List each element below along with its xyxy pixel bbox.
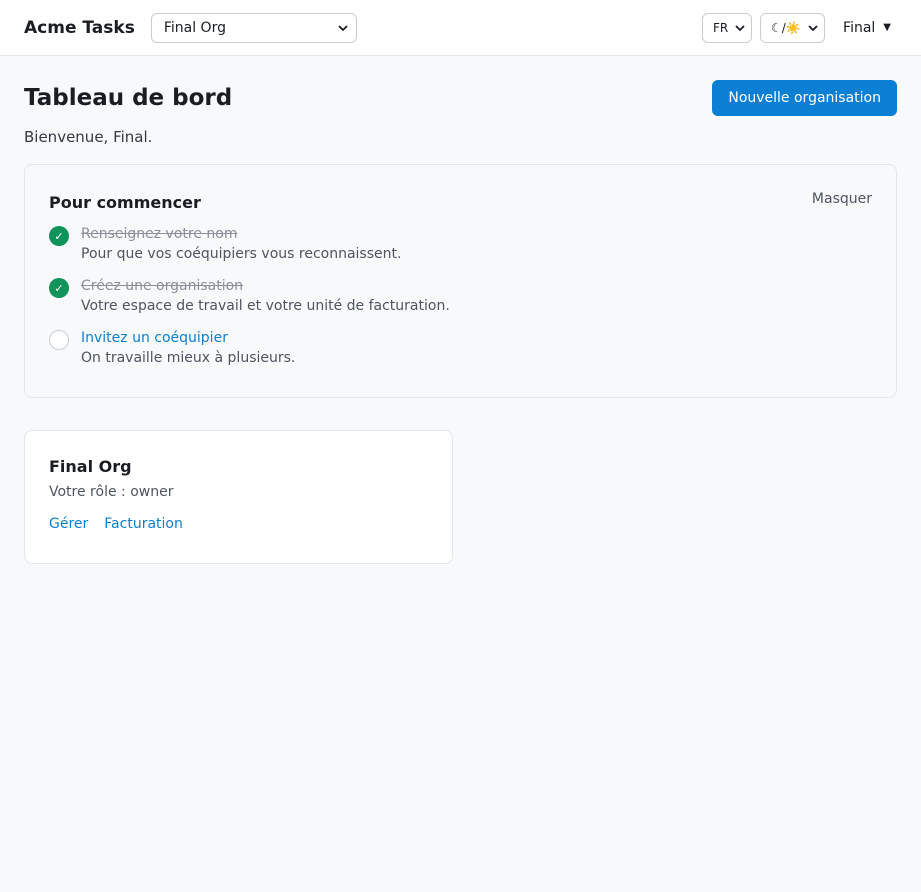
theme-select[interactable]: ☾/☀️	[760, 12, 826, 43]
brand-logo-text[interactable]: Acme Tasks	[24, 18, 135, 38]
chevron-down-icon	[338, 24, 348, 31]
checklist-title: Pour commencer	[49, 193, 201, 212]
chevron-down-icon	[808, 24, 818, 31]
chevron-down-icon	[735, 24, 745, 31]
welcome-message: Bienvenue, Final.	[24, 128, 153, 146]
step-title: Renseignez votre nom	[81, 226, 238, 242]
step-text: Invitez un coéquipier On travaille mieux…	[81, 328, 295, 368]
check-circle-icon: ✓	[49, 226, 69, 246]
theme-select-value: ☾/☀️	[771, 20, 801, 35]
checklist-step-name: ✓ Renseignez votre nom Pour que vos coéq…	[49, 224, 872, 264]
checklist-header: Pour commencer Masquer	[49, 191, 872, 212]
language-select[interactable]: FR	[702, 12, 753, 43]
check-circle-icon: ✓	[49, 278, 69, 298]
step-text: Créez une organisation Votre espace de t…	[81, 276, 450, 316]
caret-down-icon: ▼	[883, 22, 891, 33]
step-description: Pour que vos coéquipiers vous reconnaiss…	[81, 246, 402, 262]
organization-links: Gérer Facturation	[49, 516, 428, 532]
checklist-step-organization: ✓ Créez une organisation Votre espace de…	[49, 276, 872, 316]
billing-link[interactable]: Facturation	[104, 516, 183, 532]
getting-started-checklist: Pour commencer Masquer ✓ Renseignez votr…	[24, 164, 897, 398]
invite-teammate-link[interactable]: Invitez un coéquipier	[81, 328, 295, 348]
step-text: Renseignez votre nom Pour que vos coéqui…	[81, 224, 401, 264]
manage-organization-link[interactable]: Gérer	[49, 516, 88, 532]
organization-name: Final Org	[49, 457, 132, 476]
organization-role: Votre rôle : owner	[49, 484, 174, 500]
step-description: Votre espace de travail et votre unité d…	[81, 298, 450, 314]
user-name: Final	[843, 19, 876, 36]
user-menu-button[interactable]: Final ▼	[837, 13, 897, 43]
language-select-value: FR	[713, 20, 729, 35]
empty-circle-icon	[49, 330, 69, 350]
main-content: Tableau de bord Nouvelle organisation Bi…	[0, 56, 921, 588]
organization-select[interactable]: Final Org	[150, 12, 357, 43]
organization-card: Final Org Votre rôle : owner Gérer Factu…	[24, 430, 453, 564]
checklist-step-invite: Invitez un coéquipier On travaille mieux…	[49, 328, 872, 368]
page-title: Tableau de bord	[24, 85, 233, 111]
top-navbar: Acme Tasks Final Org FR ☾/☀️ Final ▼	[0, 0, 921, 56]
organization-select-value: Final Org	[163, 19, 226, 36]
step-description: On travaille mieux à plusieurs.	[81, 350, 296, 366]
new-organization-button[interactable]: Nouvelle organisation	[712, 80, 897, 116]
title-row: Tableau de bord Nouvelle organisation	[24, 80, 897, 116]
step-title: Créez une organisation	[81, 278, 244, 294]
hide-checklist-button[interactable]: Masquer	[812, 191, 872, 207]
